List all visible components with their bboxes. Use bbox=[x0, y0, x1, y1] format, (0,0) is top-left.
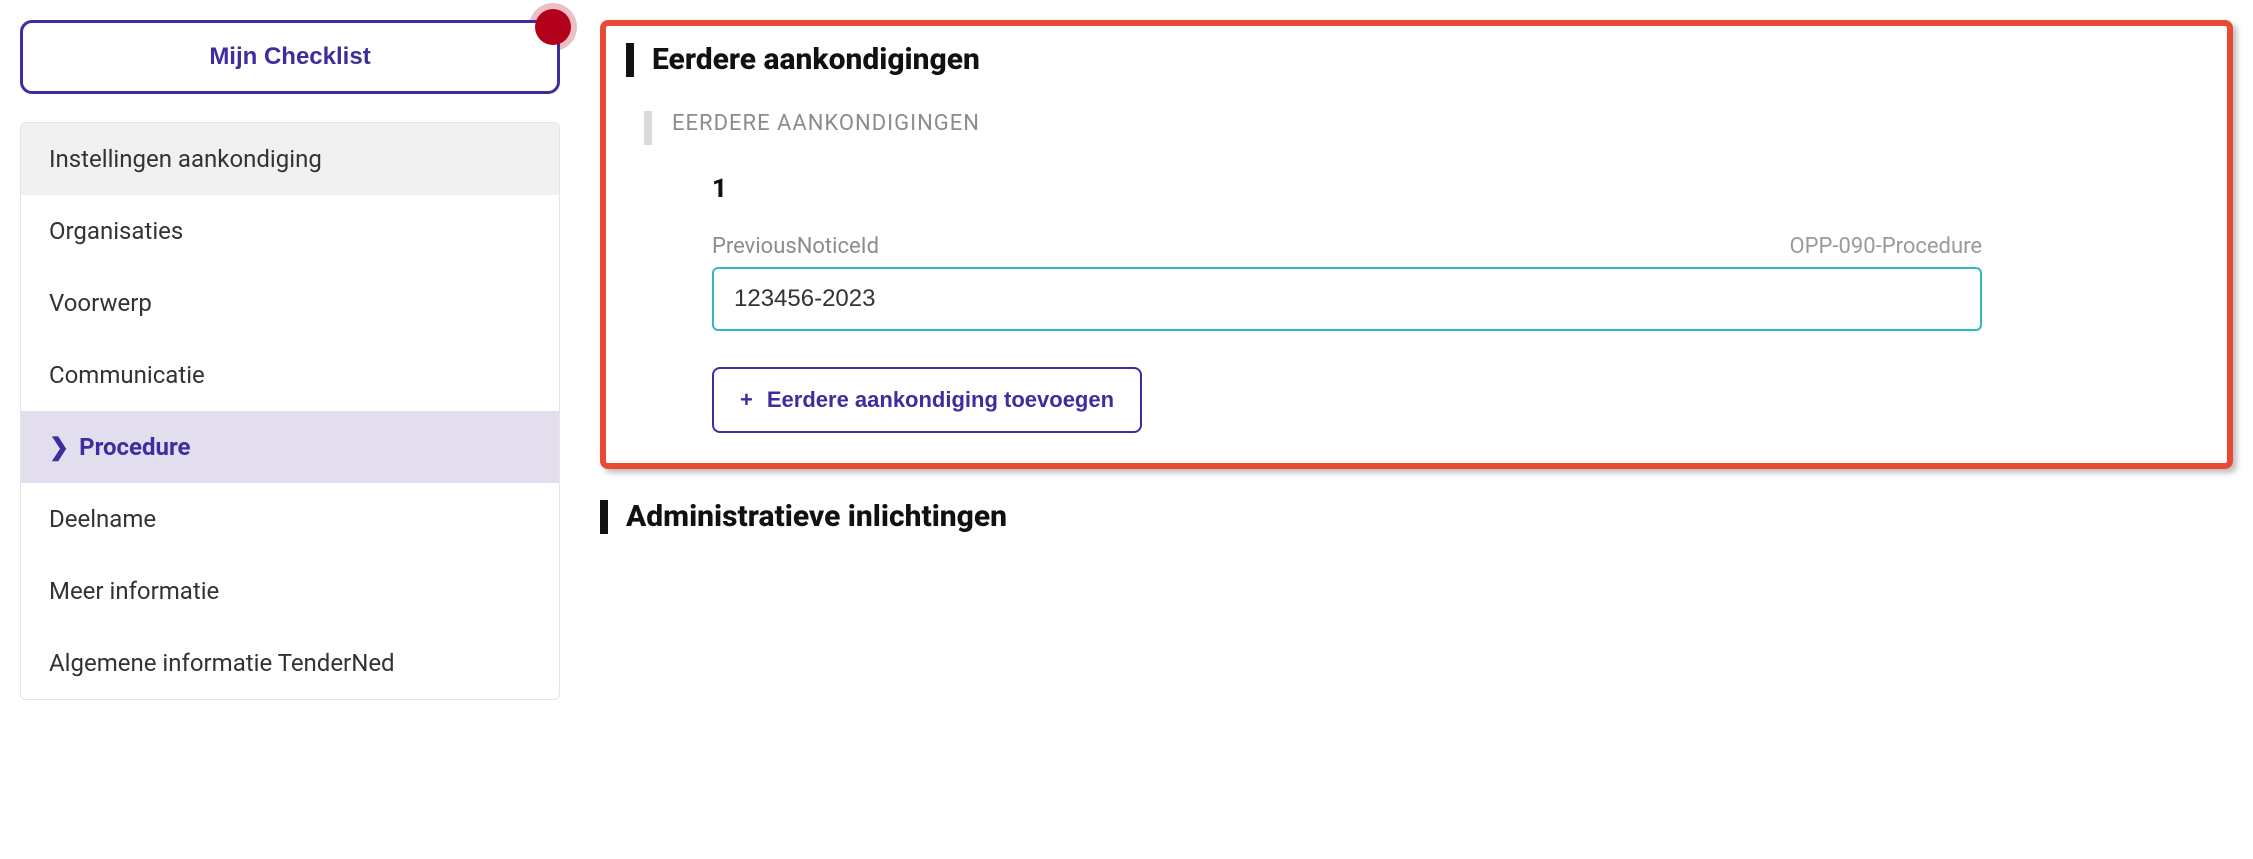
field-group: PreviousNoticeId OPP-090-Procedure + Eer… bbox=[672, 234, 2207, 433]
sidebar-item-label: Instellingen aankondiging bbox=[49, 145, 322, 173]
my-checklist-button[interactable]: Mijn Checklist bbox=[20, 20, 560, 94]
sidebar-item-communicatie[interactable]: Communicatie bbox=[21, 339, 559, 411]
section-header-2: Administratieve inlichtingen bbox=[600, 499, 2233, 534]
checklist-label: Mijn Checklist bbox=[209, 43, 370, 70]
sub-accent-bar bbox=[644, 111, 652, 145]
field-label: PreviousNoticeId bbox=[712, 234, 879, 259]
highlighted-section: Eerdere aankondigingen EERDERE AANKONDIG… bbox=[600, 20, 2233, 469]
sub-section-label: EERDERE AANKONDIGINGEN bbox=[672, 111, 2207, 136]
sidebar-item-label: Algemene informatie TenderNed bbox=[49, 649, 395, 677]
add-button-label: Eerdere aankondiging toevoegen bbox=[767, 387, 1114, 413]
field-code: OPP-090-Procedure bbox=[1790, 234, 1982, 259]
add-announcement-button[interactable]: + Eerdere aankondiging toevoegen bbox=[712, 367, 1142, 433]
sidebar-item-instellingen[interactable]: Instellingen aankondiging bbox=[21, 123, 559, 195]
sidebar-item-label: Deelname bbox=[49, 505, 156, 533]
sub-section: EERDERE AANKONDIGINGEN 1 Verwijder bbox=[626, 111, 2207, 433]
announcement-item-row: 1 Verwijderen bbox=[672, 174, 2207, 234]
sidebar-item-label: Organisaties bbox=[49, 217, 183, 245]
section-title: Eerdere aankondigingen bbox=[652, 42, 980, 77]
sidebar-item-label: Communicatie bbox=[49, 361, 205, 389]
sidebar-item-algemene-informatie[interactable]: Algemene informatie TenderNed bbox=[21, 627, 559, 699]
sidebar-item-label: Procedure bbox=[79, 433, 190, 461]
sidebar-nav: Instellingen aankondiging Organisaties V… bbox=[20, 122, 560, 700]
sidebar-item-procedure[interactable]: ❯ Procedure bbox=[21, 411, 559, 483]
section-header: Eerdere aankondigingen bbox=[626, 42, 2207, 77]
previous-notice-id-input[interactable] bbox=[712, 267, 1982, 331]
sidebar-item-meer-informatie[interactable]: Meer informatie bbox=[21, 555, 559, 627]
sidebar-item-label: Voorwerp bbox=[49, 289, 152, 317]
item-index: 1 bbox=[712, 174, 727, 204]
chevron-right-icon: ❯ bbox=[49, 433, 69, 461]
sidebar: Mijn Checklist Instellingen aankondiging… bbox=[20, 20, 560, 700]
title-accent-bar bbox=[626, 43, 634, 77]
main-content: Eerdere aankondigingen EERDERE AANKONDIG… bbox=[600, 20, 2233, 568]
sidebar-item-deelname[interactable]: Deelname bbox=[21, 483, 559, 555]
title-accent-bar bbox=[600, 500, 608, 534]
sidebar-item-voorwerp[interactable]: Voorwerp bbox=[21, 267, 559, 339]
sidebar-item-label: Meer informatie bbox=[49, 577, 219, 605]
section-title-2: Administratieve inlichtingen bbox=[626, 499, 1007, 534]
sidebar-item-organisaties[interactable]: Organisaties bbox=[21, 195, 559, 267]
plus-icon: + bbox=[740, 387, 753, 413]
notification-dot-icon bbox=[535, 9, 571, 45]
